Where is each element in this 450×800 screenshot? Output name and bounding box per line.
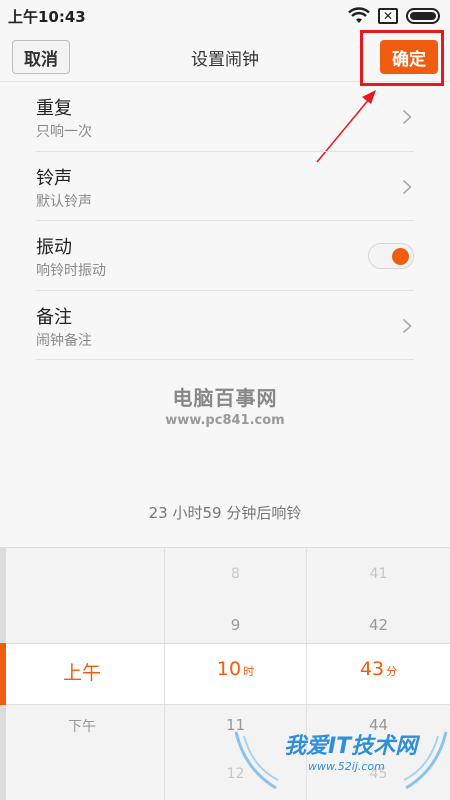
battery-icon xyxy=(406,8,440,24)
hour-option[interactable]: 9 xyxy=(165,616,306,634)
minute-column[interactable]: 41 42 43 分 44 45 xyxy=(307,548,450,800)
chevron-right-icon xyxy=(402,179,412,194)
minute-option[interactable]: 41 xyxy=(307,566,450,582)
settings-list: 重复 只响一次 铃声 默认铃声 振动 响铃时振动 备注 闹钟备注 xyxy=(36,82,414,360)
watermark-pc841: 电脑百事网 www.pc841.com xyxy=(0,382,450,428)
setting-vibrate: 振动 响铃时振动 xyxy=(36,221,414,291)
setting-title: 备注 xyxy=(36,306,72,328)
minute-option[interactable]: 42 xyxy=(307,616,450,634)
setting-title: 重复 xyxy=(36,98,72,119)
ampm-option[interactable]: 下午 xyxy=(0,716,164,736)
watermark-title: 电脑百事网 xyxy=(172,386,278,410)
vibrate-toggle[interactable] xyxy=(368,243,414,269)
ampm-selected[interactable]: 上午 xyxy=(0,658,164,685)
hour-selected[interactable]: 10 时 xyxy=(165,658,306,680)
minute-value: 43 xyxy=(359,658,385,680)
setting-title: 振动 xyxy=(36,237,72,258)
setting-note[interactable]: 备注 闹钟备注 xyxy=(36,291,414,360)
status-time: 上午10:43 xyxy=(8,8,86,26)
watermark-url: www.pc841.com xyxy=(165,413,285,428)
countdown-text: 23 小时59 分钟后响铃 xyxy=(148,504,302,522)
ampm-column[interactable]: 上午 下午 xyxy=(0,548,164,800)
title-bar: 取消 设置闹钟 确定 xyxy=(0,32,450,82)
hour-option[interactable]: 12 xyxy=(165,766,306,782)
setting-subtitle: 默认铃声 xyxy=(36,193,92,210)
setting-title: 铃声 xyxy=(36,167,72,189)
hour-unit: 时 xyxy=(243,665,255,678)
setting-ringtone[interactable]: 铃声 默认铃声 xyxy=(36,152,414,221)
setting-subtitle: 闹钟备注 xyxy=(36,332,92,349)
wifi-icon xyxy=(348,7,370,23)
hour-column[interactable]: 8 9 10 时 11 12 xyxy=(164,548,307,800)
minute-option[interactable]: 45 xyxy=(307,766,450,782)
minute-selected[interactable]: 43 分 xyxy=(307,658,450,680)
time-picker[interactable]: 上午 下午 8 9 10 时 11 12 41 42 43 分 44 45 xyxy=(0,547,450,800)
status-bar: 上午10:43 ✕ xyxy=(0,0,450,32)
hour-option[interactable]: 11 xyxy=(165,716,306,734)
minute-option[interactable]: 44 xyxy=(307,716,450,734)
setting-subtitle: 响铃时振动 xyxy=(36,263,106,279)
setting-repeat[interactable]: 重复 只响一次 xyxy=(36,82,414,152)
chevron-right-icon xyxy=(402,318,412,333)
status-icons: ✕ xyxy=(348,7,440,25)
hour-option[interactable]: 8 xyxy=(165,566,306,582)
minute-unit: 分 xyxy=(386,665,398,678)
setting-subtitle: 只响一次 xyxy=(36,124,92,140)
chevron-right-icon xyxy=(402,109,412,125)
sim-x-icon: ✕ xyxy=(378,8,398,24)
toggle-knob xyxy=(392,248,409,265)
confirm-button[interactable]: 确定 xyxy=(380,40,438,74)
hour-value: 10 xyxy=(216,658,242,680)
